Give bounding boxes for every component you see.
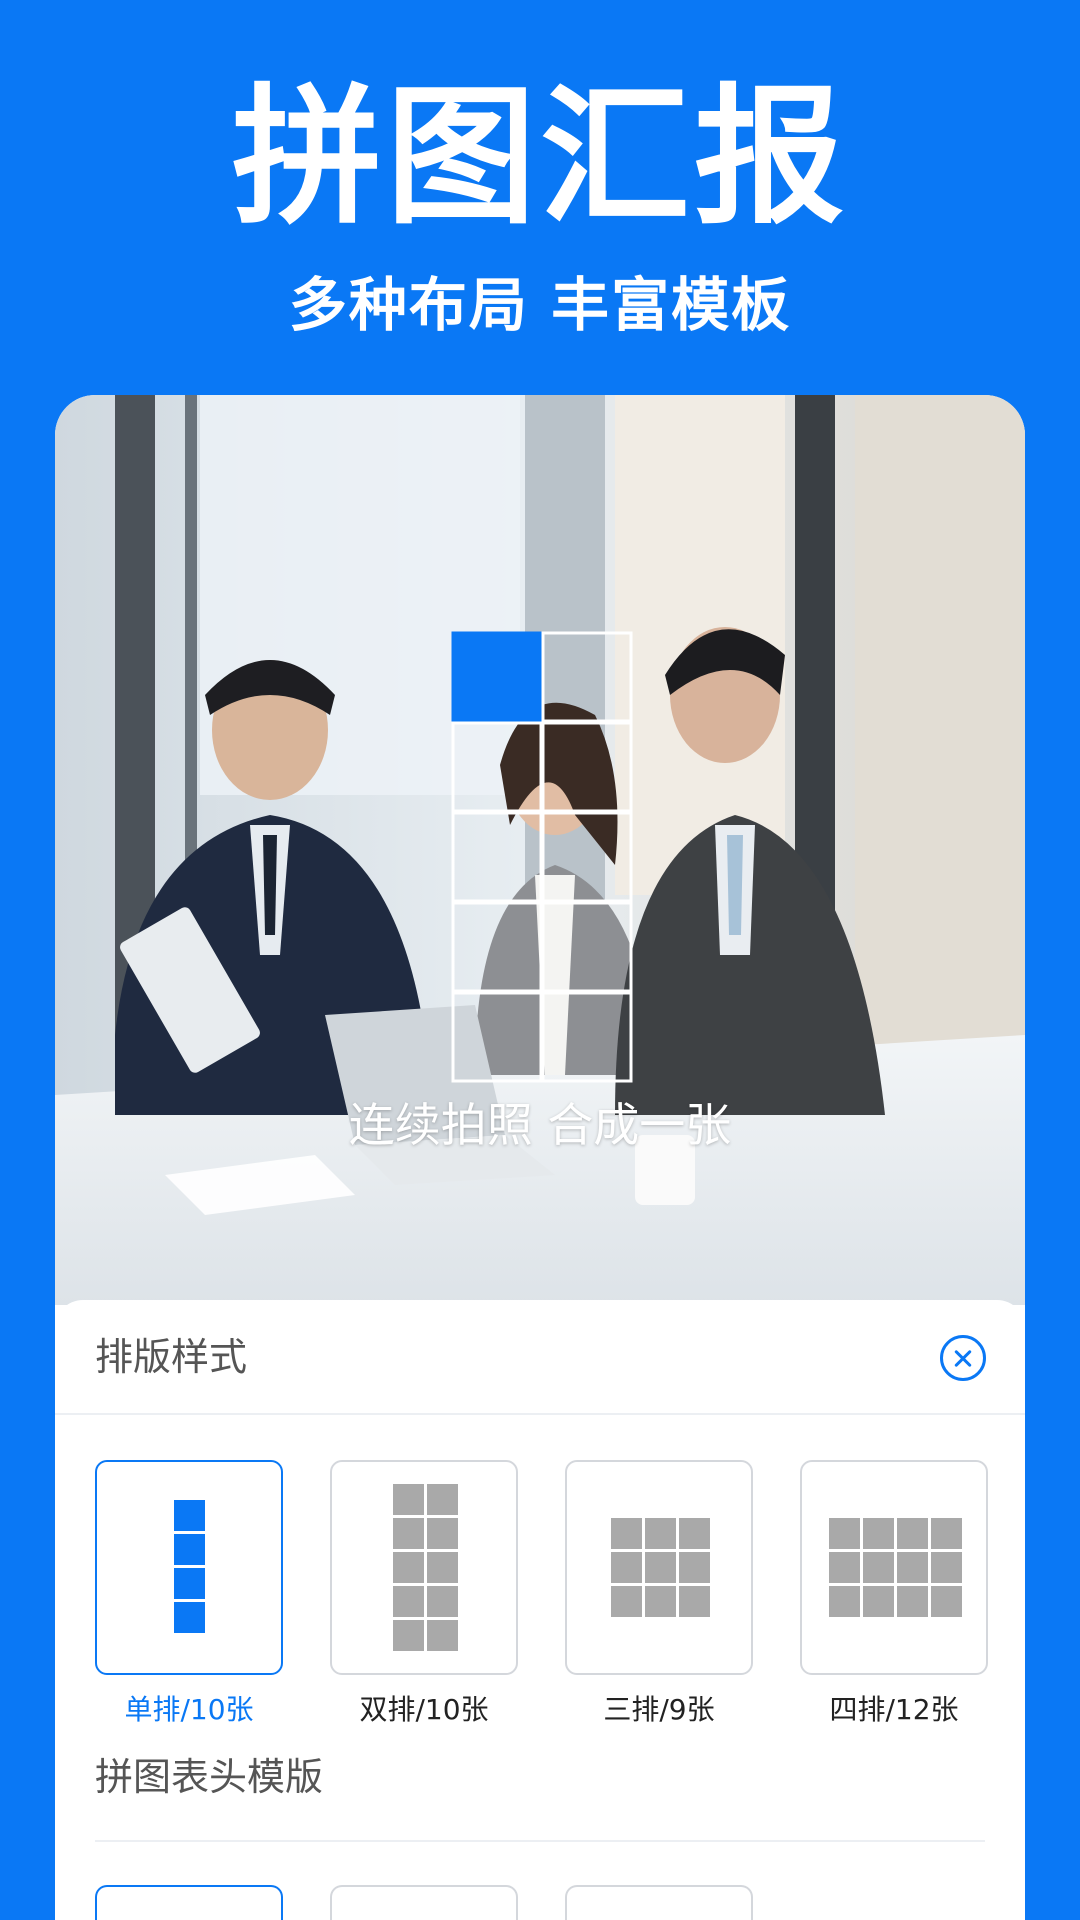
hero-title: 拼图汇报 (231, 71, 848, 245)
layout-option-single[interactable] (95, 1460, 283, 1675)
template-option[interactable] (95, 1885, 283, 1920)
photo-caption: 连续拍照 合成一张 (348, 1098, 732, 1152)
close-circle-icon[interactable] (940, 1335, 986, 1381)
layout-label-double: 双排/10张 (359, 1693, 489, 1726)
template-option[interactable] (330, 1885, 518, 1920)
layout-label-single: 单排/10张 (124, 1693, 254, 1726)
template-section-title: 拼图表头模版 (95, 1755, 324, 1799)
panel-header: 排版样式 (55, 1300, 1025, 1415)
divider (95, 1840, 985, 1842)
meeting-photo: 连续拍照 合成一张 (55, 395, 1025, 1305)
double-column-icon (393, 1484, 458, 1651)
triple-column-icon (611, 1518, 710, 1617)
layout-panel: 排版样式 单排/10张 双排/10张 三排/9张 四排/12张 拼图表头模版 (55, 1300, 1025, 1920)
layout-option-triple[interactable] (565, 1460, 753, 1675)
meeting-photo-illustration (55, 395, 1025, 1305)
layout-label-quad: 四排/12张 (829, 1693, 959, 1726)
preview-card: 连续拍照 合成一张 排版样式 单排/10张 双排/10张 三排/9张 四排/12… (55, 395, 1025, 1920)
layout-label-triple: 三排/9张 (603, 1693, 715, 1726)
template-option[interactable] (565, 1885, 753, 1920)
quad-column-icon (829, 1518, 962, 1617)
hero-subtitle: 多种布局 丰富模板 (288, 271, 792, 339)
layout-option-double[interactable] (330, 1460, 518, 1675)
layout-option-quad[interactable] (800, 1460, 988, 1675)
panel-title: 排版样式 (95, 1335, 248, 1379)
single-column-icon (174, 1500, 205, 1633)
